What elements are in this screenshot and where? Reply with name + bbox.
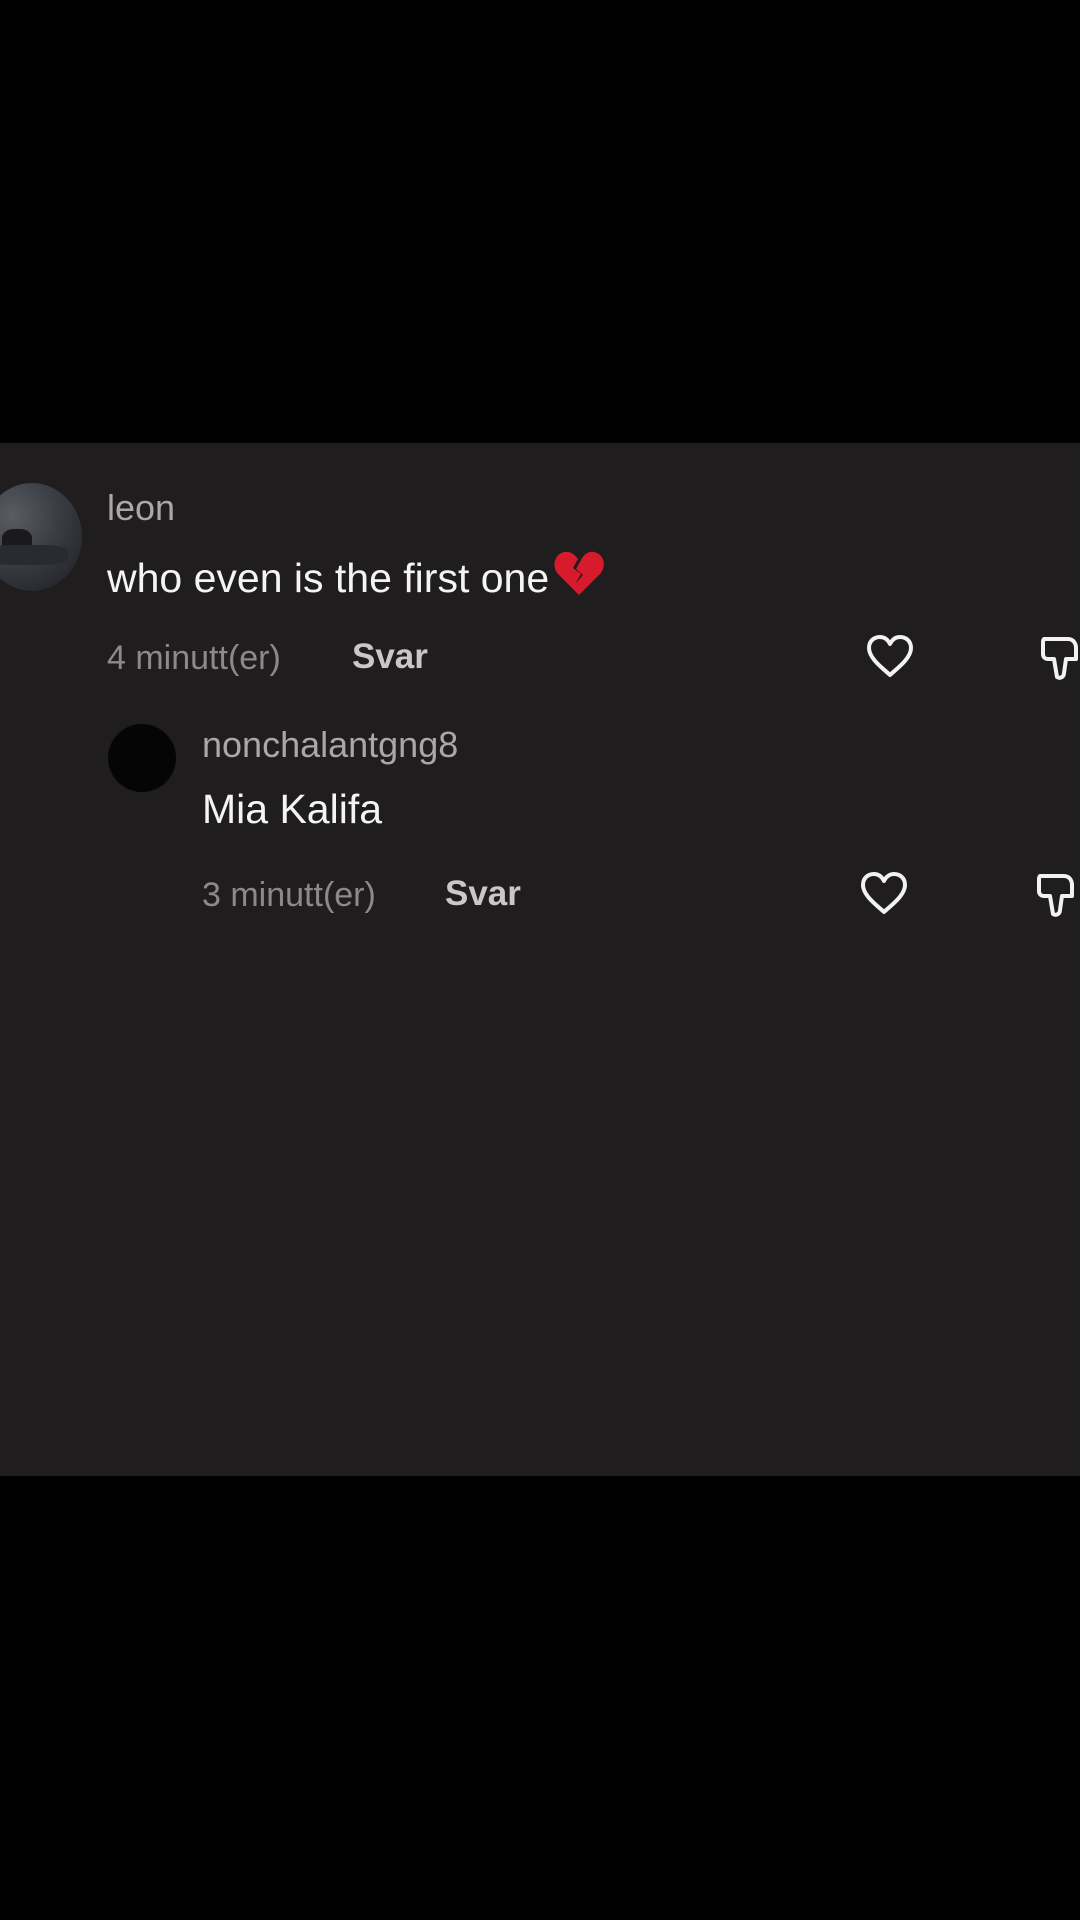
comment-timestamp: 4 minutt(er)	[107, 639, 281, 677]
reply-button[interactable]: Svar	[352, 637, 428, 677]
comment-text: who even is the first one	[107, 555, 550, 601]
reply-username[interactable]: nonchalantgng8	[202, 724, 458, 766]
dislike-icon[interactable]	[1036, 870, 1080, 920]
avatar-shadow	[0, 545, 68, 565]
comments-panel: leon who even is the first one 4 minutt(…	[0, 443, 1080, 1476]
comment-body: who even is the first one	[107, 548, 605, 608]
like-heart-icon[interactable]	[859, 870, 909, 916]
reply-text: Mia Kalifa	[202, 786, 383, 832]
avatar-nonchalantgng8[interactable]	[108, 724, 176, 792]
like-heart-icon[interactable]	[865, 633, 915, 679]
avatar-leon[interactable]	[0, 483, 82, 591]
reply-reply-button[interactable]: Svar	[445, 874, 521, 914]
broken-heart-icon	[553, 548, 605, 608]
dislike-icon[interactable]	[1040, 633, 1080, 683]
comment-username[interactable]: leon	[107, 487, 175, 529]
reply-timestamp: 3 minutt(er)	[202, 876, 376, 914]
